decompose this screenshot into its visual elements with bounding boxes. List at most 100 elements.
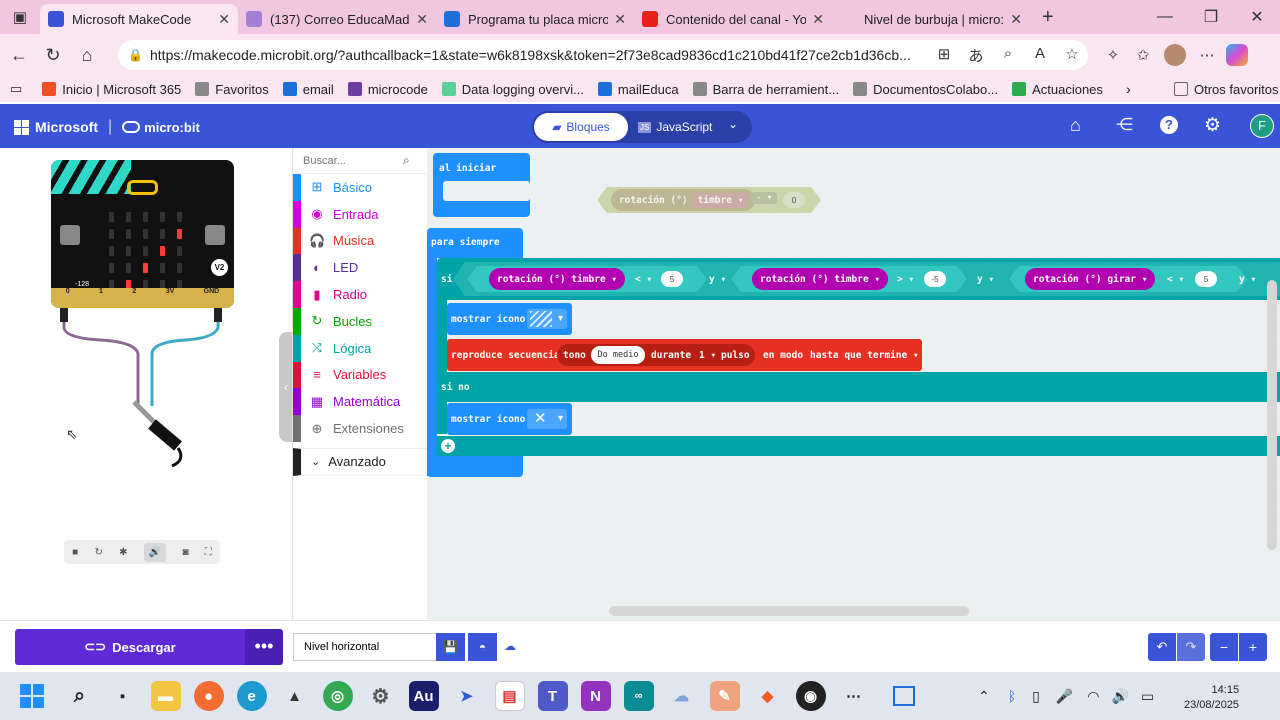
home-icon[interactable]: ⌂ [70, 45, 104, 66]
user-avatar[interactable]: F [1250, 114, 1274, 138]
toolbox-category[interactable]: ▦ Matemática [293, 388, 427, 416]
audition-icon[interactable]: Au [408, 681, 439, 711]
new-tab-button[interactable]: + [1042, 6, 1054, 29]
blocks-workspace[interactable]: al iniciar rotación (°) timbre ▾ - ▾ 0 p… [427, 148, 1280, 620]
read-aloud-icon[interactable]: A [1024, 45, 1056, 66]
show-icon-block-1[interactable]: mostrar ícono ▾ [447, 303, 572, 335]
project-name-input[interactable] [293, 633, 436, 661]
home-button-icon[interactable]: ⌂ [1070, 115, 1081, 136]
close-tab-icon[interactable]: ✕ [812, 11, 824, 28]
play-melody-block[interactable]: reproduce secuencia tono Do medio durant… [447, 339, 922, 371]
icon-picker-cross[interactable]: ▾ [527, 409, 567, 429]
bookmark-item[interactable]: Inicio | Microsoft 365 [42, 82, 181, 97]
ghost-app-icon[interactable]: ☁ [667, 681, 697, 711]
and-dropdown-3[interactable]: y ▾ [1239, 274, 1256, 285]
toolbox-category[interactable]: ▮ Radio [293, 281, 427, 308]
favorite-star-icon[interactable]: ☆ [1056, 45, 1088, 66]
show-icon-block-2[interactable]: mostrar ícono ▾ ✕ [447, 403, 572, 435]
and-dropdown-2[interactable]: y ▾ [977, 274, 994, 285]
settings-taskbar-icon[interactable]: ⚙ [366, 681, 396, 711]
on-start-block[interactable]: al iniciar [433, 153, 530, 217]
button-a[interactable] [60, 225, 80, 245]
close-tab-icon[interactable]: ✕ [416, 11, 428, 28]
browser-tab[interactable]: Programa tu placa micro:b ✕ [436, 4, 634, 34]
bookmark-item[interactable]: email [282, 82, 334, 97]
microsoft-logo[interactable]: Microsoft | micro:bit [14, 118, 200, 136]
gt-dropdown-2[interactable]: > ▾ [897, 274, 914, 285]
cloud-icon[interactable]: ☁ [504, 639, 516, 653]
paint-icon[interactable]: ✎ [709, 681, 740, 711]
floating-op-dropdown[interactable]: - ▾ [751, 192, 778, 204]
browser-tab[interactable]: Nivel de burbuja | micro:bi ✕ [832, 4, 1030, 34]
search-icon[interactable]: ⌕ [403, 153, 410, 168]
maximize-icon[interactable]: ❐ [1188, 7, 1234, 27]
toolbox-advanced[interactable]: ⌄ Avanzado [293, 447, 427, 476]
bluetooth-icon[interactable]: ᛒ [1008, 688, 1016, 704]
app-icon[interactable]: ⊞ [928, 45, 960, 66]
download-more-button[interactable]: ••• [245, 629, 283, 665]
wifi-icon[interactable]: ◠ [1087, 688, 1099, 705]
translate-icon[interactable]: あ [960, 45, 992, 66]
bookmark-item[interactable]: Barra de herramient... [692, 82, 839, 97]
battery-icon[interactable]: ▭ [1141, 688, 1154, 705]
zoom-icon[interactable]: ⌕ [992, 45, 1024, 66]
extensions-icon[interactable]: ✧ [1098, 46, 1128, 64]
rotation-pitch-pill-1[interactable]: rotación (°) timbre ▾ [489, 268, 626, 290]
microbit-board[interactable]: V2 -128 0 1 2 3V GND [51, 160, 234, 308]
toolbox-search[interactable]: ⌕ [293, 148, 427, 174]
floating-pitch-dropdown[interactable]: timbre ▾ [693, 192, 748, 208]
usb-drive-icon[interactable]: ▯ [1032, 688, 1040, 705]
more-apps-icon[interactable]: ⋯ [839, 681, 869, 711]
until-done-dropdown[interactable]: hasta que termine ▾ [810, 350, 919, 361]
condition-2-value[interactable]: -5 [924, 271, 946, 287]
browser-tab[interactable]: Contenido del canal - YouT ✕ [634, 4, 832, 34]
redo-icon[interactable]: ↷ [1177, 633, 1205, 661]
bookmark-item[interactable]: DocumentosColabo... [853, 82, 998, 97]
note-picker[interactable]: Do medio [591, 346, 645, 364]
language-dropdown-icon[interactable]: ⌄ [728, 117, 738, 131]
button-b[interactable] [205, 225, 225, 245]
toolbox-category[interactable]: ↻ Bucles [293, 307, 427, 335]
copilot-icon[interactable] [1226, 44, 1248, 66]
browser-tab[interactable]: (137) Correo EducaMadrid ✕ [238, 4, 436, 34]
else-branch[interactable]: si no [437, 372, 1280, 402]
blocks-tab[interactable]: ▰ Bloques [534, 113, 628, 141]
toolbox-category[interactable]: ⊕ Extensiones [293, 415, 427, 442]
github-icon[interactable]: ◓ [468, 633, 497, 661]
toolbox-category[interactable]: ⊞ Básico [293, 174, 427, 201]
toolbox-category[interactable]: ≡ Variables [293, 361, 427, 389]
floating-value[interactable]: 0 [783, 192, 805, 208]
browser-tab[interactable]: Microsoft MakeCode ✕ [40, 4, 238, 34]
lt-dropdown-3[interactable]: < ▾ [1167, 274, 1184, 285]
stop-icon[interactable]: ■ [72, 547, 78, 558]
toolbox-search-input[interactable] [303, 154, 403, 167]
minimize-icon[interactable]: — [1142, 8, 1188, 26]
lt-dropdown-1[interactable]: < ▾ [635, 274, 652, 285]
close-tab-icon[interactable]: ✕ [1010, 11, 1022, 28]
beat-count-dropdown[interactable]: 1 ▾ [699, 350, 716, 361]
notepad-icon[interactable]: ▤ [494, 681, 525, 711]
volume-icon[interactable]: 🔊 [1112, 688, 1129, 705]
teams-icon[interactable]: T [537, 681, 568, 711]
back-icon[interactable]: ← [2, 45, 36, 66]
firefox-icon[interactable]: ● [193, 681, 224, 711]
onenote-icon[interactable]: N [580, 681, 611, 711]
arduino-icon[interactable]: ∞ [623, 681, 654, 711]
condition-1-value[interactable]: 5 [661, 271, 683, 287]
collections-icon[interactable]: ✩ [1128, 46, 1158, 64]
close-tab-icon[interactable]: ✕ [218, 11, 230, 28]
debug-icon[interactable]: ✱ [119, 547, 127, 558]
power-automate-icon[interactable]: ➤ [452, 681, 482, 711]
microphone-icon[interactable]: 🎤 [1056, 688, 1073, 705]
settings-gear-icon[interactable]: ⚙ [1204, 114, 1221, 137]
edge-icon[interactable]: e [236, 681, 267, 711]
share-icon[interactable]: ⋲ [1116, 115, 1133, 135]
task-view-icon[interactable]: ▪ [108, 681, 138, 711]
undo-icon[interactable]: ↶ [1148, 633, 1176, 661]
fullscreen-icon[interactable]: ⛶ [205, 547, 212, 558]
zoom-out-icon[interactable]: − [1210, 633, 1238, 661]
bookmark-item[interactable]: Favoritos [195, 82, 269, 97]
bookmark-item[interactable]: mailEduca [597, 82, 679, 97]
javascript-tab[interactable]: JS JavaScript [638, 113, 712, 141]
start-button[interactable] [20, 684, 44, 708]
